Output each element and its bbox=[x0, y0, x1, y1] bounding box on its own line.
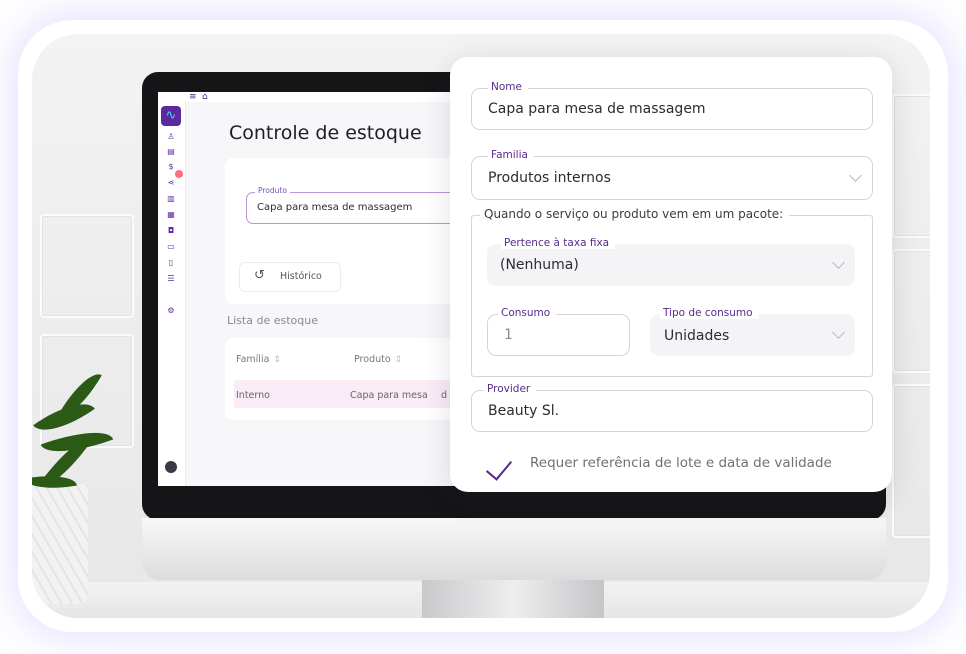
consumo-input[interactable]: Consumo 1 bbox=[487, 307, 630, 356]
product-label: Produto bbox=[255, 186, 290, 195]
column-header-produto[interactable]: Produto ⇕ bbox=[354, 354, 402, 365]
consumo-value: 1 bbox=[504, 327, 513, 343]
provider-value: Beauty Sl. bbox=[488, 403, 560, 419]
monitor-chin bbox=[142, 518, 886, 580]
tipo-consumo-select[interactable]: Tipo de consumo Unidades bbox=[650, 307, 855, 356]
share-icon[interactable]: ⋖ bbox=[166, 178, 176, 188]
stock-list-title: Lista de estoque bbox=[227, 314, 318, 327]
sort-icon[interactable]: ⇕ bbox=[273, 355, 281, 365]
calendar-icon[interactable]: ▦ bbox=[166, 210, 176, 220]
provider-label: Provider bbox=[484, 383, 537, 395]
lote-checkbox-label[interactable]: Requer referência de lote e data de vali… bbox=[530, 455, 832, 471]
taxa-fixa-value: (Nenhuma) bbox=[500, 257, 579, 273]
familia-value: Produtos internos bbox=[488, 170, 611, 186]
package-group-label: Quando o serviço ou produto vem em um pa… bbox=[480, 207, 790, 221]
familia-select[interactable]: Familia Produtos internos bbox=[471, 149, 873, 200]
product-form-card: Nome Capa para mesa de massagem Familia … bbox=[450, 57, 892, 492]
product-value: Capa para mesa de massagem bbox=[257, 202, 413, 213]
chevron-down-icon bbox=[849, 169, 862, 182]
bag-icon[interactable]: ◘ bbox=[166, 226, 176, 236]
app-screen: ≡ ⌂ ∿ ♙ ▤ $ ⋖ ▥ ▦ ◘ ▭ ▯ ☰ ⚙ Controle de … bbox=[158, 92, 488, 486]
settings-icon[interactable]: ⚙ bbox=[166, 306, 176, 316]
tipo-consumo-value: Unidades bbox=[664, 328, 730, 344]
history-label: Histórico bbox=[280, 271, 322, 282]
document-icon[interactable]: ▭ bbox=[166, 242, 176, 252]
logo-icon[interactable]: ∿ bbox=[161, 106, 181, 126]
nome-label: Nome bbox=[488, 81, 528, 93]
user-icon[interactable]: ♙ bbox=[166, 132, 176, 142]
sidebar: ∿ ♙ ▤ $ ⋖ ▥ ▦ ◘ ▭ ▯ ☰ ⚙ bbox=[158, 102, 186, 486]
top-bar: ≡ ⌂ bbox=[158, 92, 488, 102]
list-icon[interactable]: ☰ bbox=[166, 274, 176, 284]
cell-produto: Capa para mesa bbox=[350, 390, 428, 401]
lote-checkbox-check-icon[interactable] bbox=[485, 453, 513, 481]
history-button[interactable]: ↺ Histórico bbox=[239, 262, 341, 292]
consumo-label: Consumo bbox=[498, 307, 557, 319]
nome-field[interactable]: Nome Capa para mesa de massagem bbox=[471, 81, 873, 130]
stock-table: Família ⇕ Produto ⇕ Interno Capa para mesa… bbox=[225, 338, 488, 420]
provider-field[interactable]: Provider Beauty Sl. bbox=[471, 383, 873, 432]
dollar-icon[interactable]: $ bbox=[166, 162, 176, 172]
cell-extra: d bbox=[441, 390, 448, 401]
history-icon: ↺ bbox=[254, 268, 265, 283]
tipo-consumo-label: Tipo de consumo bbox=[660, 307, 759, 319]
taxa-fixa-select[interactable]: Pertence à taxa fixa (Nenhuma) bbox=[487, 237, 855, 286]
plant-pot bbox=[32, 484, 88, 604]
main-content: Controle de estoque Produto Capa para me… bbox=[185, 102, 488, 486]
cell-familia: Interno bbox=[236, 390, 270, 401]
clipboard-icon[interactable]: ▤ bbox=[166, 147, 176, 157]
menu-icon[interactable]: ≡ bbox=[189, 92, 197, 102]
chart-icon[interactable]: ▥ bbox=[166, 194, 176, 204]
column-header-familia[interactable]: Família ⇕ bbox=[236, 354, 281, 365]
chevron-down-icon bbox=[832, 256, 845, 269]
sort-icon[interactable]: ⇕ bbox=[395, 355, 403, 365]
file-icon[interactable]: ▯ bbox=[166, 258, 176, 268]
page-title: Controle de estoque bbox=[229, 122, 422, 144]
package-group: Quando o serviço ou produto vem em um pa… bbox=[471, 207, 873, 377]
nome-value: Capa para mesa de massagem bbox=[488, 101, 706, 117]
product-card: Produto Capa para mesa de massagem ↺ His… bbox=[225, 158, 488, 304]
monitor-stand bbox=[422, 580, 604, 618]
familia-label: Familia bbox=[488, 149, 534, 161]
notification-badge bbox=[175, 170, 183, 178]
taxa-fixa-label: Pertence à taxa fixa bbox=[501, 237, 616, 249]
account-icon[interactable] bbox=[165, 461, 177, 473]
chevron-down-icon bbox=[832, 326, 845, 339]
home-icon[interactable]: ⌂ bbox=[202, 92, 208, 102]
